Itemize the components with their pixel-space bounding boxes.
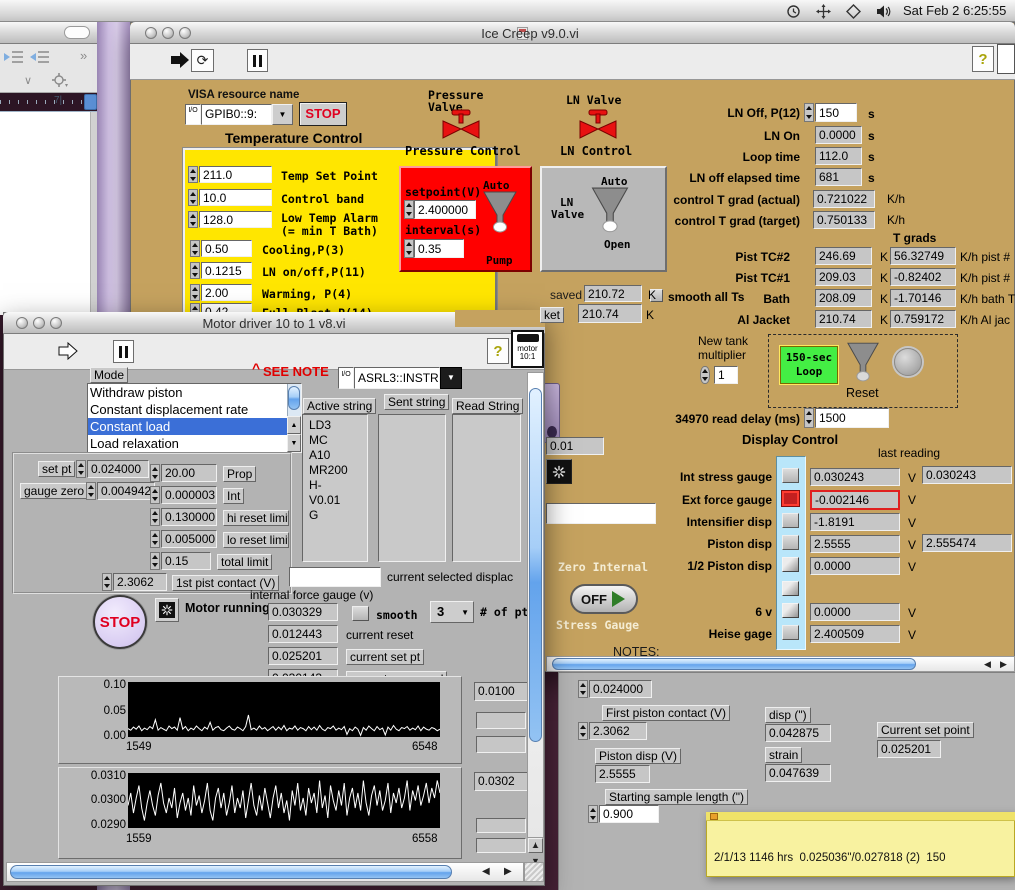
universal-access-icon[interactable] <box>816 4 831 19</box>
shape-icon[interactable] <box>846 4 861 19</box>
volume-icon[interactable] <box>876 4 892 19</box>
saved-field: 210.72 <box>584 285 642 302</box>
saved-unit: K <box>648 288 657 302</box>
jacket-saved-field: 210.74 <box>578 304 642 323</box>
jacket-saved-label: ket <box>540 307 565 323</box>
screen: » ∨ 7| Ice Creep v9.0.vi ⟳ ? VISA resour… <box>0 0 1015 890</box>
tan-patch <box>455 310 545 327</box>
menubar: Sat Feb 2 6:25:55 <box>0 0 1015 22</box>
menubar-clock[interactable]: Sat Feb 2 6:25:55 <box>903 3 1006 18</box>
saved-label: saved <box>550 288 583 302</box>
saved-temps-fragment: saved 210.72 K ket 210.74 K <box>0 0 1015 890</box>
jacket-saved-unit: K <box>646 308 655 322</box>
time-machine-icon[interactable] <box>786 4 801 19</box>
menubar-background <box>0 0 1015 22</box>
